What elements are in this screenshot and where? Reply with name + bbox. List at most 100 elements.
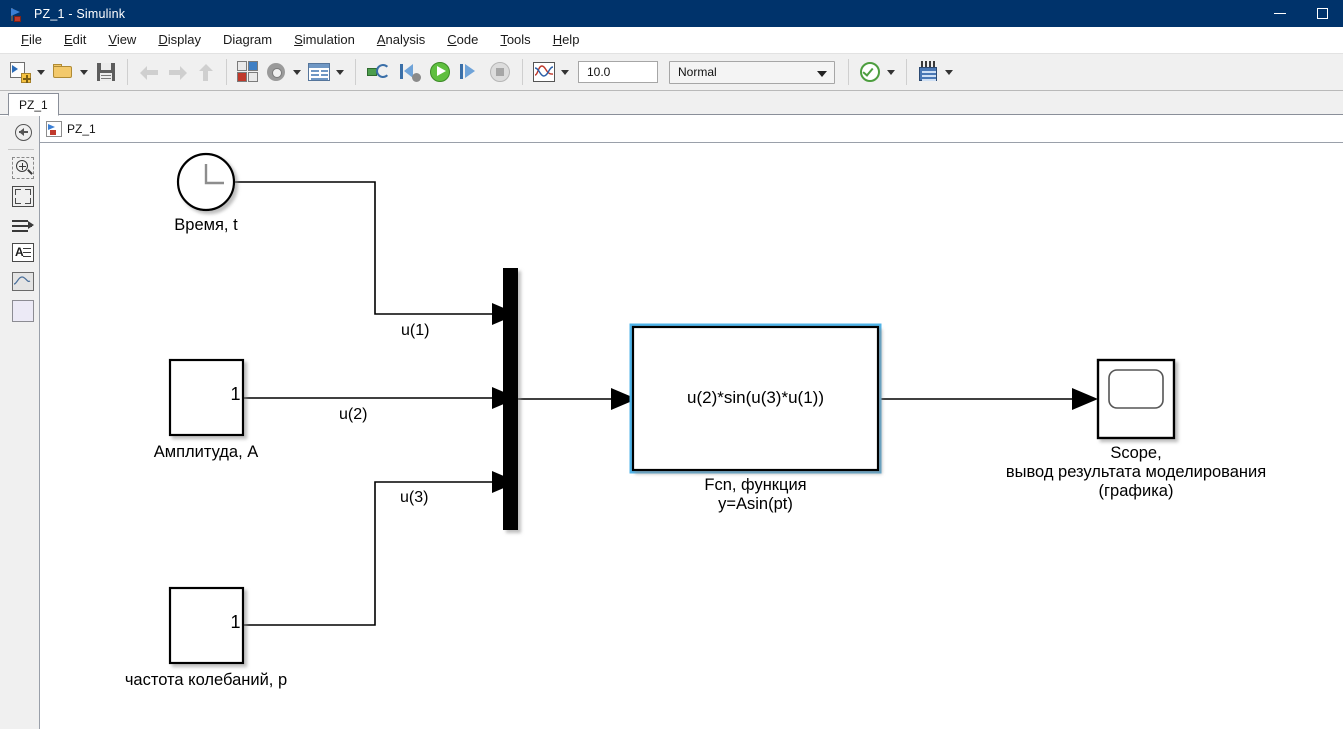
menu-item-tools[interactable]: Tools	[489, 29, 541, 50]
run-icon	[429, 61, 451, 83]
back-arrow-icon	[139, 63, 159, 82]
menu-item-code[interactable]: Code	[436, 29, 489, 50]
model-explorer-button[interactable]	[306, 59, 332, 85]
chevron-down-icon	[817, 70, 827, 77]
wire-frequency-to-mux	[244, 481, 492, 626]
forward-button[interactable]	[164, 59, 190, 85]
signal-label-u2: u(2)	[339, 406, 368, 423]
model-explorer-icon	[308, 63, 330, 81]
model-canvas[interactable]: 1 1 u(2)*sin(u(3)*u(1)) Время, t Амплиту…	[41, 144, 1343, 729]
toolbar-separator	[226, 59, 227, 85]
sidebar-divider	[8, 149, 34, 150]
menu-item-file[interactable]: File	[10, 29, 53, 50]
run-button[interactable]	[426, 59, 454, 85]
scope-toggle-dropdown[interactable]	[558, 59, 571, 85]
menu-item-edit[interactable]: Edit	[53, 29, 97, 50]
block-label-scope-line3: (графика)	[1098, 481, 1174, 500]
toolbar-separator	[355, 59, 356, 85]
sidebar-item-zoom[interactable]	[11, 156, 35, 180]
block-label-scope: Scope, вывод результата моделирования (г…	[896, 444, 1343, 501]
new-model-dropdown[interactable]	[34, 59, 47, 85]
maximize-icon	[1316, 8, 1328, 19]
block-mux	[503, 268, 518, 530]
block-label-scope-line2: вывод результата моделирования	[1005, 462, 1267, 481]
menu-item-simulation[interactable]: Simulation	[283, 29, 366, 50]
stop-time-value: 10.0	[587, 65, 611, 79]
chevron-down-icon	[560, 69, 569, 75]
constant-amplitude-value: 1	[230, 384, 241, 404]
chevron-down-icon	[79, 69, 88, 75]
model-advisor-dropdown[interactable]	[884, 59, 897, 85]
sidebar-item-back[interactable]	[11, 120, 35, 144]
block-label-fcn-line2: y=Asin(pt)	[718, 494, 793, 513]
step-forward-icon	[459, 62, 481, 82]
gear-icon	[265, 61, 287, 83]
block-label-fcn: Fcn, функция y=Asin(pt)	[633, 476, 878, 514]
sidebar-item-scope-viewer[interactable]	[11, 269, 35, 293]
sidebar-item-fit-to-view[interactable]	[11, 184, 35, 208]
menu-item-analysis[interactable]: Analysis	[366, 29, 436, 50]
chevron-down-icon	[36, 69, 45, 75]
constant-frequency-value: 1	[230, 612, 241, 632]
canvas-toolbar-sidebar: A	[0, 116, 40, 729]
fcn-expression: u(2)*sin(u(3)*u(1))	[687, 388, 824, 407]
model-explorer-dropdown[interactable]	[333, 59, 346, 85]
stop-time-input[interactable]: 10.0	[578, 61, 658, 83]
save-model-icon	[95, 61, 117, 83]
model-tabstrip: PZ_1	[0, 91, 1343, 116]
new-model-icon	[9, 61, 31, 83]
toolbar-separator	[522, 59, 523, 85]
chevron-down-icon	[335, 69, 344, 75]
up-arrow-icon	[196, 63, 215, 82]
scope-icon	[533, 62, 555, 82]
signal-label-u3: u(3)	[400, 489, 429, 506]
tab-pz1[interactable]: PZ_1	[8, 93, 59, 116]
scope-toggle-button[interactable]	[531, 59, 557, 85]
back-button[interactable]	[136, 59, 162, 85]
block-label-clock: Время, t	[174, 216, 238, 234]
stop-button[interactable]	[486, 59, 514, 85]
chevron-down-icon	[292, 69, 301, 75]
build-model-icon	[917, 61, 939, 83]
wire-clock-to-mux	[234, 181, 492, 315]
build-model-button[interactable]	[915, 59, 941, 85]
new-model-button[interactable]	[7, 59, 33, 85]
menu-item-display[interactable]: Display	[147, 29, 212, 50]
annotation-icon: A	[12, 242, 34, 262]
model-advisor-check-icon	[859, 61, 881, 83]
minimize-button[interactable]	[1259, 0, 1301, 27]
menu-item-view[interactable]: View	[97, 29, 147, 50]
window-title: PZ_1 - Simulink	[34, 6, 126, 21]
simulink-model-icon	[46, 121, 62, 137]
save-model-button[interactable]	[93, 59, 119, 85]
chevron-down-icon	[886, 69, 895, 75]
sidebar-item-annotation[interactable]: A	[11, 240, 35, 264]
step-forward-button[interactable]	[456, 59, 484, 85]
menu-item-help[interactable]: Help	[542, 29, 591, 50]
menu-item-diagram[interactable]: Diagram	[212, 29, 283, 50]
model-configuration-button[interactable]	[263, 59, 289, 85]
menubar: File Edit View Display Diagram Simulatio…	[0, 27, 1343, 53]
simulation-mode-select[interactable]: Normal	[669, 60, 835, 84]
sidebar-item-route-signals[interactable]	[11, 213, 35, 237]
open-model-button[interactable]	[50, 59, 76, 85]
signal-label-u1: u(1)	[401, 322, 430, 339]
build-model-dropdown[interactable]	[942, 59, 955, 85]
window-titlebar: PZ_1 - Simulink	[0, 0, 1343, 27]
simulation-mode-value: Normal	[678, 65, 717, 79]
toolbar-separator	[906, 59, 907, 85]
window-controls	[1259, 0, 1343, 27]
model-configuration-dropdown[interactable]	[290, 59, 303, 85]
block-label-fcn-line1: Fcn, функция	[704, 476, 807, 494]
sidebar-item-blank[interactable]	[11, 299, 35, 323]
update-diagram-button[interactable]	[364, 59, 394, 85]
route-signals-icon	[12, 216, 34, 234]
blank-block-icon	[12, 300, 34, 322]
library-browser-button[interactable]	[235, 59, 261, 85]
up-to-parent-button[interactable]	[192, 59, 218, 85]
model-advisor-button[interactable]	[857, 59, 883, 85]
open-model-dropdown[interactable]	[77, 59, 90, 85]
maximize-button[interactable]	[1301, 0, 1343, 27]
step-back-button[interactable]	[396, 59, 424, 85]
breadcrumb-path: PZ_1	[67, 122, 96, 136]
